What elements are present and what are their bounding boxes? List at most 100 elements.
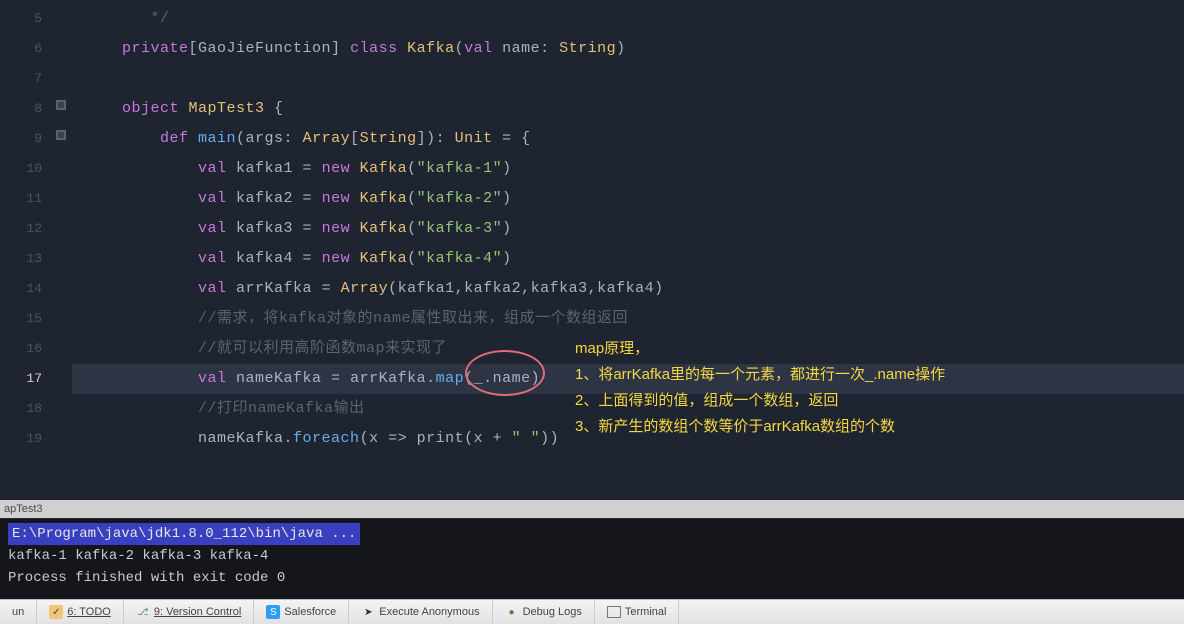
token-sp xyxy=(84,130,160,147)
code-line[interactable]: val kafka2 = new Kafka("kafka-2") xyxy=(72,184,1184,214)
token-type: Kafka xyxy=(360,160,408,177)
token-ident: ( xyxy=(407,190,417,207)
token-type: MapTest3 xyxy=(189,100,265,117)
token-kw: new xyxy=(322,160,360,177)
token-str: "kafka-4" xyxy=(417,250,503,267)
line-number: 19 xyxy=(0,424,50,454)
line-number: 13 xyxy=(0,244,50,274)
token-ident: kafka1 = xyxy=(236,160,322,177)
line-number: 8 xyxy=(0,94,50,124)
token-ident: ( xyxy=(407,250,417,267)
token-fn: main xyxy=(198,130,236,147)
todo-tool[interactable]: ✓ 6: TODO xyxy=(37,600,124,624)
fold-slot xyxy=(50,214,72,244)
todo-label: 6: TODO xyxy=(67,606,111,618)
collapse-icon[interactable] xyxy=(54,98,68,112)
code-line[interactable]: private[GaoJieFunction] class Kafka(val … xyxy=(72,34,1184,64)
terminal-tool[interactable]: Terminal xyxy=(595,600,680,624)
salesforce-label: Salesforce xyxy=(284,606,336,618)
line-number: 18 xyxy=(0,394,50,424)
bottom-toolbar: un ✓ 6: TODO ⎇ 9: Version Control S Sale… xyxy=(0,599,1184,624)
line-number: 6 xyxy=(0,34,50,64)
token-type: String xyxy=(360,130,417,147)
fold-slot xyxy=(50,244,72,274)
token-str: "kafka-2" xyxy=(417,190,503,207)
execute-anonymous-tool[interactable]: ➤ Execute Anonymous xyxy=(349,600,492,624)
line-number: 16 xyxy=(0,334,50,364)
token-ident: ) xyxy=(502,160,512,177)
token-str: " " xyxy=(512,430,541,447)
token-kw: val xyxy=(198,220,236,237)
debug-icon: ● xyxy=(505,605,519,619)
salesforce-tool[interactable]: S Salesforce xyxy=(254,600,349,624)
token-sp xyxy=(84,340,198,357)
token-sp xyxy=(84,310,198,327)
token-ident: ( xyxy=(407,220,417,237)
fold-slot xyxy=(50,184,72,214)
code-line[interactable]: object MapTest3 { xyxy=(72,94,1184,124)
code-line[interactable]: val arrKafka = Array(kafka1,kafka2,kafka… xyxy=(72,274,1184,304)
token-ident: )) xyxy=(540,430,559,447)
collapse-icon[interactable] xyxy=(54,128,68,142)
token-sp xyxy=(84,400,198,417)
run-label: un xyxy=(12,606,24,618)
code-line[interactable] xyxy=(72,64,1184,94)
token-kw: class xyxy=(350,40,407,57)
line-number: 15 xyxy=(0,304,50,334)
terminal-label: Terminal xyxy=(625,606,667,618)
line-number: 14 xyxy=(0,274,50,304)
debug-label: Debug Logs xyxy=(523,606,582,618)
code-body[interactable]: map原理， 1、将arrKafka里的每一个元素，都进行一次_.name操作 … xyxy=(72,0,1184,500)
code-line[interactable]: val kafka3 = new Kafka("kafka-3") xyxy=(72,214,1184,244)
token-kw: new xyxy=(322,190,360,207)
token-ident: [GaoJieFunction] xyxy=(189,40,351,57)
execute-icon: ➤ xyxy=(361,605,375,619)
token-ident: [ xyxy=(350,130,360,147)
code-line[interactable]: //就可以利用高阶函数map来实现了 xyxy=(72,334,1184,364)
line-number: 17 xyxy=(0,364,50,394)
token-cmt: //就可以利用高阶函数map来实现了 xyxy=(198,340,447,357)
token-sp xyxy=(84,190,198,207)
code-line[interactable]: val nameKafka = arrKafka.map(_.name) xyxy=(72,364,1184,394)
fold-slot xyxy=(50,154,72,184)
code-line[interactable]: nameKafka.foreach(x => print(x + " ")) xyxy=(72,424,1184,454)
line-number: 11 xyxy=(0,184,50,214)
code-line[interactable]: //需求，将kafka对象的name属性取出来，组成一个数组返回 xyxy=(72,304,1184,334)
run-tab-label[interactable]: apTest3 xyxy=(0,500,1184,518)
token-kw: val xyxy=(198,280,236,297)
console-command: E:\Program\java\jdk1.8.0_112\bin\java ..… xyxy=(8,523,360,545)
debug-logs-tool[interactable]: ● Debug Logs xyxy=(493,600,595,624)
token-kw: val xyxy=(198,250,236,267)
token-sp xyxy=(84,220,198,237)
token-type: Kafka xyxy=(360,190,408,207)
token-sp xyxy=(84,370,198,387)
token-kw: private xyxy=(122,40,189,57)
fold-slot xyxy=(50,394,72,424)
code-line[interactable]: val kafka1 = new Kafka("kafka-1") xyxy=(72,154,1184,184)
salesforce-icon: S xyxy=(266,605,280,619)
code-line[interactable]: def main(args: Array[String]): Unit = { xyxy=(72,124,1184,154)
code-line[interactable]: //打印nameKafka输出 xyxy=(72,394,1184,424)
run-tool[interactable]: un xyxy=(0,600,37,624)
console-output-1: kafka-1 kafka-2 kafka-3 kafka-4 xyxy=(8,545,1176,567)
token-kw: object xyxy=(122,100,189,117)
token-sp xyxy=(84,100,122,117)
code-editor[interactable]: 5678910111213141516171819 map原理， 1、将arrK… xyxy=(0,0,1184,500)
code-line[interactable]: val kafka4 = new Kafka("kafka-4") xyxy=(72,244,1184,274)
code-line[interactable]: */ xyxy=(72,4,1184,34)
line-number: 5 xyxy=(0,4,50,34)
token-type: Unit xyxy=(455,130,493,147)
token-ident: name: xyxy=(502,40,559,57)
fold-icon-column xyxy=(50,0,72,500)
token-cmt: //需求，将kafka对象的name属性取出来，组成一个数组返回 xyxy=(198,310,628,327)
token-type: Kafka xyxy=(407,40,455,57)
token-fn: map xyxy=(436,370,465,387)
line-number-gutter: 5678910111213141516171819 xyxy=(0,0,50,500)
console-panel[interactable]: E:\Program\java\jdk1.8.0_112\bin\java ..… xyxy=(0,518,1184,599)
token-cmt: //打印nameKafka输出 xyxy=(198,400,365,417)
line-number: 10 xyxy=(0,154,50,184)
version-control-tool[interactable]: ⎇ 9: Version Control xyxy=(124,600,254,624)
fold-slot xyxy=(50,364,72,394)
execute-label: Execute Anonymous xyxy=(379,606,479,618)
token-ident: arrKafka = xyxy=(236,280,341,297)
